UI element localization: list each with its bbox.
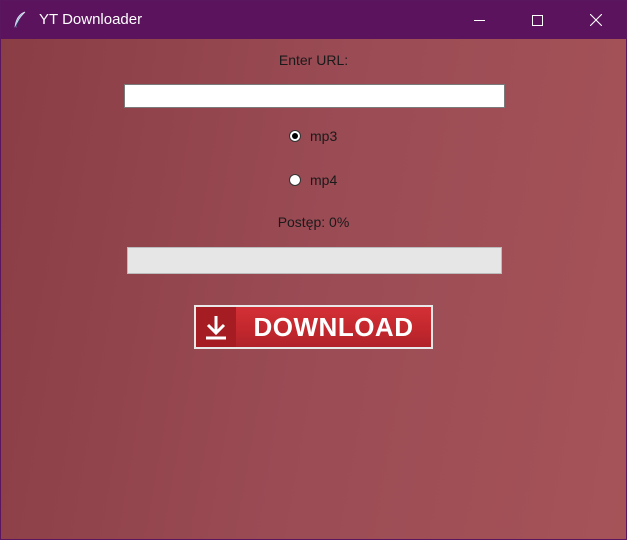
- radio-button-mp4[interactable]: [289, 174, 301, 186]
- download-arrow-icon: [196, 307, 236, 347]
- feather-icon: [13, 11, 27, 29]
- main-content: Enter URL: mp3 mp4 Postęp: 0% DOWNLOAD: [1, 39, 626, 539]
- close-icon: [590, 14, 602, 26]
- app-window: YT Downloader Enter URL: mp3 mp4 Postęp:…: [0, 0, 627, 540]
- radio-option-mp4[interactable]: mp4: [289, 172, 337, 188]
- maximize-icon: [531, 14, 543, 26]
- url-input[interactable]: [124, 84, 505, 108]
- radio-label-mp3: mp3: [310, 128, 338, 144]
- close-button[interactable]: [567, 1, 625, 39]
- minimize-icon: [473, 15, 485, 26]
- maximize-button[interactable]: [508, 1, 566, 39]
- download-button[interactable]: DOWNLOAD: [194, 305, 433, 349]
- window-title: YT Downloader: [39, 11, 143, 28]
- radio-option-mp3[interactable]: mp3: [289, 128, 337, 144]
- progress-bar: [127, 247, 502, 274]
- progress-label: Postęp: 0%: [277, 214, 350, 230]
- radio-label-mp4: mp4: [310, 172, 338, 188]
- title-bar[interactable]: YT Downloader: [1, 1, 626, 39]
- minimize-button[interactable]: [450, 1, 508, 39]
- download-button-label: DOWNLOAD: [236, 307, 431, 347]
- radio-button-mp3[interactable]: [289, 130, 301, 142]
- url-label: Enter URL:: [278, 52, 349, 68]
